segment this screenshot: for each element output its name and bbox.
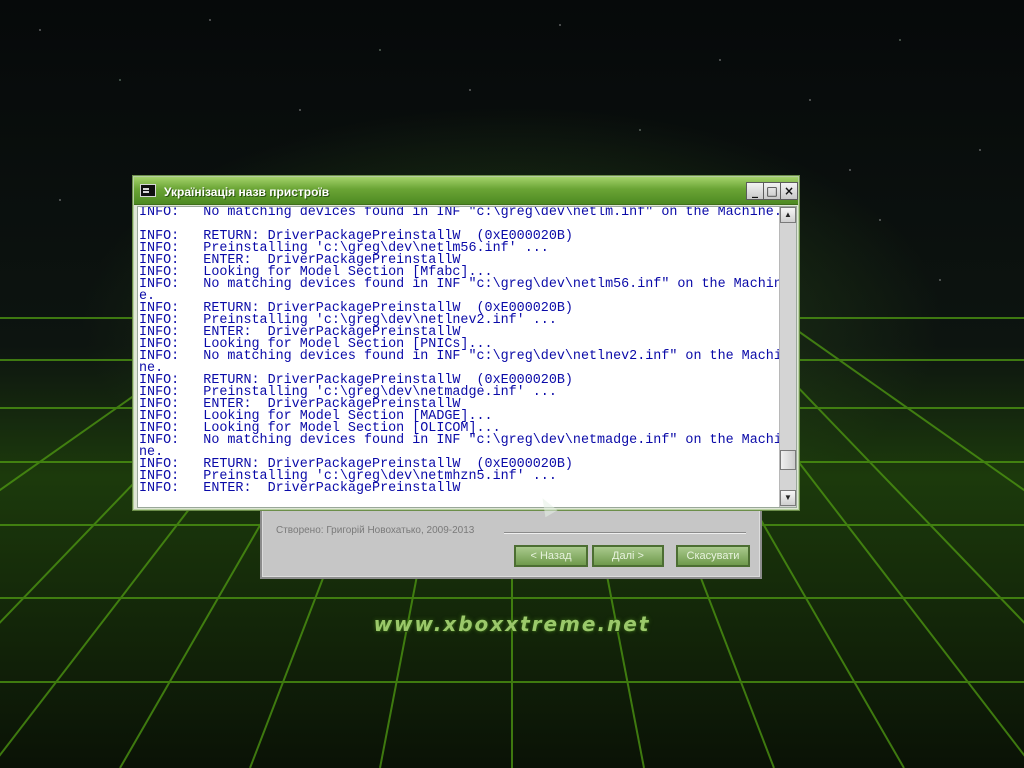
console-window: Українізація назв пристроїв _ □ × INFO: … bbox=[132, 175, 800, 511]
back-button[interactable]: < Назад bbox=[514, 545, 588, 567]
site-watermark: www.xboxxtreme.net bbox=[373, 612, 651, 636]
title-bar[interactable]: Українізація назв пристроїв _ □ × bbox=[134, 177, 798, 205]
vertical-scrollbar[interactable]: ▲ ▼ bbox=[779, 207, 796, 507]
log-line: INFO: No matching devices found in INF "… bbox=[139, 349, 779, 364]
log-line: INFO: No matching devices found in INF "… bbox=[139, 207, 779, 220]
log-line: INFO: No matching devices found in INF "… bbox=[139, 433, 779, 448]
installer-window: Створено: Григорій Новохатько, 2009-2013… bbox=[260, 505, 762, 579]
log-text: INFO: No matching devices found in INF "… bbox=[139, 207, 779, 507]
next-button[interactable]: Далі > bbox=[592, 545, 664, 567]
arrow-up-icon[interactable]: ▲ bbox=[780, 207, 796, 223]
window-title: Українізація назв пристроїв bbox=[164, 185, 330, 199]
divider-line bbox=[504, 532, 746, 534]
author-credit: Створено: Григорій Новохатько, 2009-2013 bbox=[276, 525, 475, 536]
scroll-thumb[interactable] bbox=[780, 450, 796, 471]
close-icon[interactable]: × bbox=[780, 182, 798, 200]
console-icon[interactable] bbox=[140, 184, 156, 197]
arrow-down-icon[interactable]: ▼ bbox=[780, 490, 796, 506]
cancel-button[interactable]: Скасувати bbox=[676, 545, 750, 567]
minimize-icon[interactable]: _ bbox=[746, 182, 764, 200]
log-line: INFO: No matching devices found in INF "… bbox=[139, 277, 779, 292]
maximize-icon[interactable]: □ bbox=[763, 182, 781, 200]
console-output[interactable]: INFO: No matching devices found in INF "… bbox=[137, 206, 797, 508]
log-line: INFO: ENTER: DriverPackagePreinstallW bbox=[139, 481, 461, 496]
